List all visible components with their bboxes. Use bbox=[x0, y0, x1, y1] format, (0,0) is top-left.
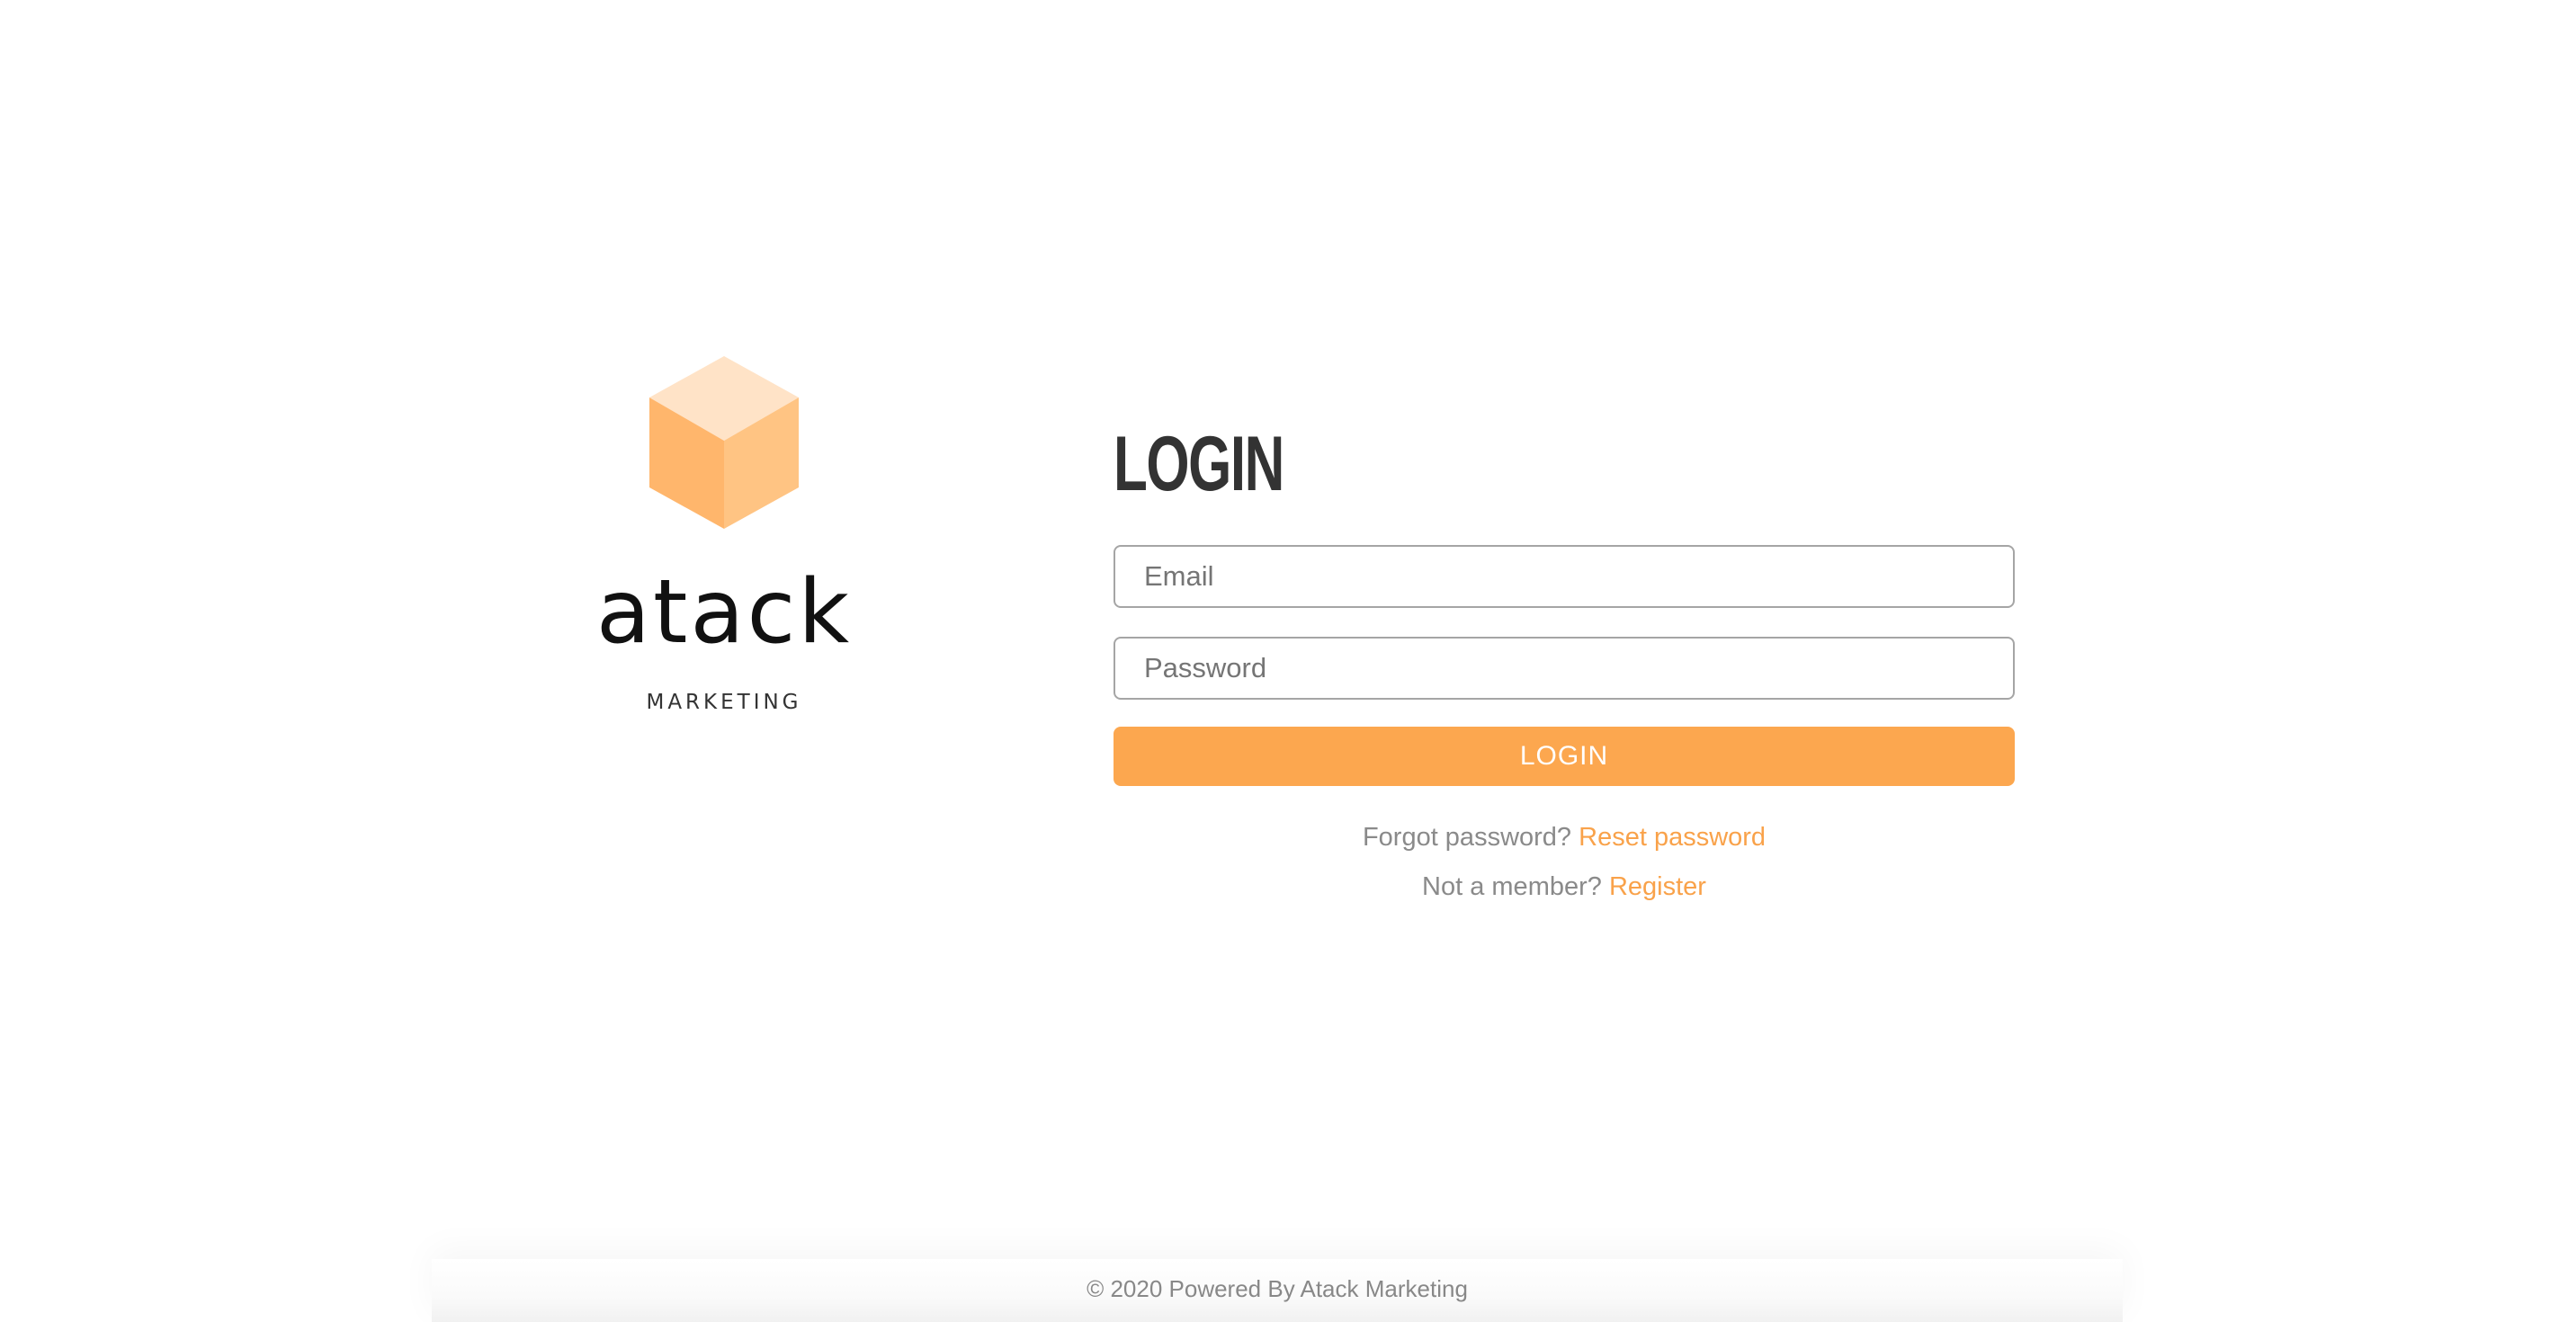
register-row: Not a member? Register bbox=[1114, 862, 2015, 912]
forgot-password-text: Forgot password? bbox=[1362, 823, 1572, 852]
login-page: atack MARKETING LOGIN LOGIN Forgot passw… bbox=[0, 0, 2576, 1322]
register-link[interactable]: Register bbox=[1609, 872, 1706, 901]
brand-tagline: MARKETING bbox=[646, 691, 802, 714]
not-member-text: Not a member? bbox=[1422, 872, 1602, 901]
brand-name: atack bbox=[595, 561, 853, 664]
password-field[interactable] bbox=[1114, 637, 2015, 700]
email-field[interactable] bbox=[1114, 545, 2015, 608]
forgot-password-row: Forgot password? Reset password bbox=[1114, 813, 2015, 862]
reset-password-link[interactable]: Reset password bbox=[1579, 823, 1766, 852]
footer: © 2020 Powered By Atack Marketing bbox=[432, 1259, 2123, 1322]
brand-logo-block: atack MARKETING bbox=[594, 353, 854, 714]
cube-icon bbox=[649, 356, 799, 529]
page-title: LOGIN bbox=[1114, 421, 1284, 507]
login-button[interactable]: LOGIN bbox=[1114, 727, 2015, 786]
auth-links: Forgot password? Reset password Not a me… bbox=[1114, 813, 2015, 912]
login-form: LOGIN LOGIN Forgot password? Reset passw… bbox=[1114, 423, 2015, 912]
footer-copyright: © 2020 Powered By Atack Marketing bbox=[1087, 1275, 1468, 1302]
